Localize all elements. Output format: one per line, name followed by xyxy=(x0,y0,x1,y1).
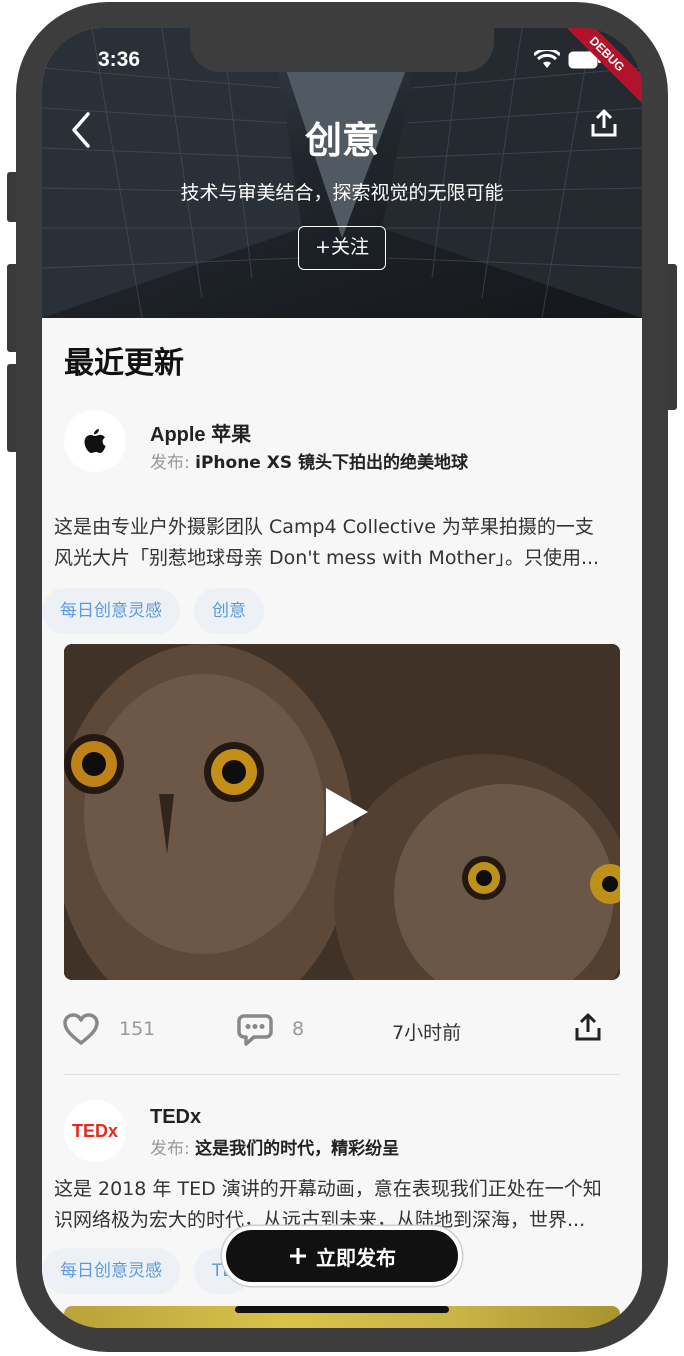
play-icon[interactable] xyxy=(322,786,370,838)
author-name[interactable]: Apple 苹果 xyxy=(150,418,251,447)
publish-line: 发布: iPhone XS 镜头下拍出的绝美地球 xyxy=(150,448,468,473)
follow-button[interactable]: +关注 xyxy=(298,226,386,270)
tedx-logo: TEDx xyxy=(71,1120,118,1141)
apple-logo-icon xyxy=(84,429,106,453)
publish-button-label: 立即发布 xyxy=(316,1245,396,1270)
post-description[interactable]: 这是由专业户外摄影团队 Camp4 Collective 为苹果拍摄的一支 风光… xyxy=(54,512,634,574)
publish-title[interactable]: 这是我们的时代，精彩纷呈 xyxy=(195,1139,399,1159)
tag-chip[interactable]: 创意 xyxy=(194,588,264,634)
home-indicator xyxy=(235,1306,449,1313)
comment-icon[interactable] xyxy=(236,1012,274,1048)
publish-label: 发布: xyxy=(150,1139,190,1159)
tag-chip[interactable]: 每日创意灵感 xyxy=(42,588,180,634)
video-thumbnail[interactable] xyxy=(64,644,620,980)
app-screen: 创意 技术与审美结合，探索视觉的无限可能 +关注 3:36 DEBUG 最近更新 xyxy=(42,28,642,1328)
publish-line: 发布: 这是我们的时代，精彩纷呈 xyxy=(150,1134,399,1159)
publish-button[interactable]: 立即发布 xyxy=(222,1226,462,1286)
volume-down-button xyxy=(7,364,16,452)
post-divider xyxy=(64,1074,620,1075)
header-share-button[interactable] xyxy=(588,106,620,140)
heart-icon[interactable] xyxy=(62,1012,100,1046)
tag-chip[interactable]: 每日创意灵感 xyxy=(42,1248,180,1294)
post-actions: 151 8 7小时前 xyxy=(42,1000,642,1060)
comment-count: 8 xyxy=(292,1018,305,1040)
plus-icon xyxy=(290,1248,306,1264)
description-line: 这是 2018 年 TED 演讲的开幕动画，意在表现我们正处在一个知 xyxy=(54,1178,602,1200)
wifi-icon xyxy=(534,50,560,68)
share-icon xyxy=(591,109,617,137)
share-icon[interactable] xyxy=(572,1010,604,1044)
publish-label: 发布: xyxy=(150,453,190,473)
author-name[interactable]: TEDx xyxy=(150,1106,201,1129)
mute-switch xyxy=(7,172,16,222)
notch xyxy=(190,28,494,72)
description-line: 这是由专业户外摄影团队 Camp4 Collective 为苹果拍摄的一支 xyxy=(54,516,594,538)
page-title: 创意 xyxy=(305,119,379,162)
publish-title[interactable]: iPhone XS 镜头下拍出的绝美地球 xyxy=(195,453,468,473)
author-avatar[interactable]: TEDx xyxy=(64,1100,126,1162)
category-subtitle: 技术与审美结合，探索视觉的无限可能 xyxy=(180,182,504,204)
author-avatar[interactable] xyxy=(64,410,126,472)
status-time: 3:36 xyxy=(98,48,141,71)
description-line: 风光大片「别惹地球母亲 Don't mess with Mother」。只使用.… xyxy=(54,547,600,569)
post-time: 7小时前 xyxy=(392,1022,462,1044)
volume-up-button xyxy=(7,264,16,352)
like-count: 151 xyxy=(119,1018,156,1040)
section-title: 最近更新 xyxy=(64,346,184,381)
power-button xyxy=(668,264,677,410)
